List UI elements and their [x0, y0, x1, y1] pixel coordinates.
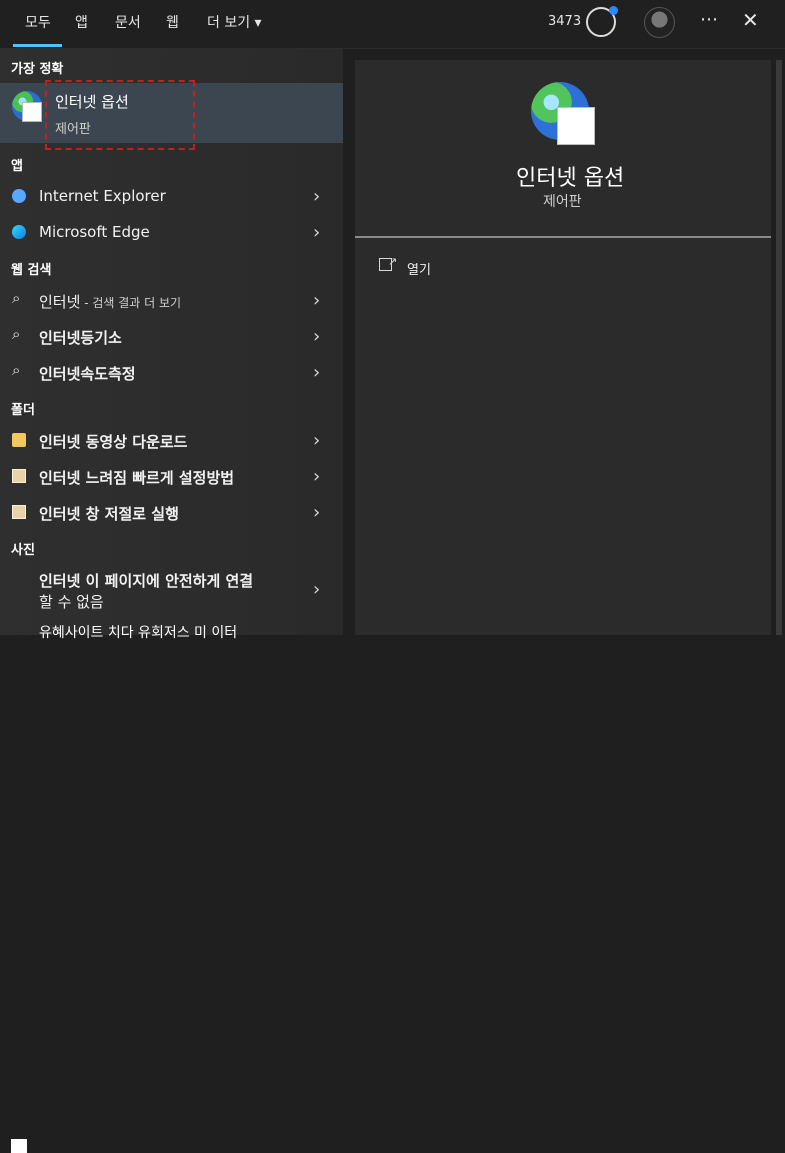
preview-title: 인터넷 옵션 [516, 166, 625, 191]
document-icon [12, 469, 26, 483]
preview-divider [355, 236, 771, 238]
open-action[interactable]: 열기 [407, 259, 431, 278]
best-match-section-title: 가장 정확 [11, 62, 64, 77]
avatar[interactable] [644, 7, 675, 38]
app-result-internet-explorer[interactable]: Internet Explorer › [0, 180, 343, 212]
tab-web[interactable]: 웹 [166, 12, 179, 32]
web-search-result[interactable]: ⌕ 인터넷속도측정 › [0, 356, 343, 388]
open-arrow-icon: ↗ [388, 255, 398, 268]
tab-documents[interactable]: 문서 [115, 12, 141, 32]
web-search-result[interactable]: ⌕ 인터넷등기소 › [0, 320, 343, 352]
tab-apps[interactable]: 앱 [75, 12, 88, 32]
search-topbar: 모두 앱 문서 웹 더 보기 ▾ 3473 ⋯ ✕ [0, 0, 785, 49]
internet-options-checklist-icon [557, 107, 595, 145]
image-icon [11, 1139, 27, 1153]
folder-result[interactable]: 인터넷 동영상 다운로드 › [0, 424, 343, 456]
chevron-right-icon: › [313, 430, 321, 451]
search-icon: ⌕ [12, 289, 21, 307]
folder-result[interactable]: 인터넷 느려짐 빠르게 설정방법 › [0, 460, 343, 492]
folder-result-label: 인터넷 동영상 다운로드 [39, 433, 188, 451]
chevron-right-icon: › [313, 579, 321, 600]
preview-subtitle: 제어판 [543, 194, 582, 210]
chevron-right-icon: › [313, 362, 321, 383]
reward-points: 3473 [548, 14, 582, 29]
chevron-right-icon: › [313, 466, 321, 487]
web-search-suffix: - 검색 결과 더 보기 [80, 296, 182, 310]
photo-result-line1: 인터넷 이 페이지에 안전하게 연결 [39, 572, 254, 590]
folder-result[interactable]: 인터넷 창 저절로 실행 › [0, 496, 343, 528]
internet-options-card-icon [22, 102, 42, 122]
selection-highlight [45, 80, 195, 150]
app-result-label: Microsoft Edge [39, 223, 150, 241]
folder-result-label: 인터넷 느려짐 빠르게 설정방법 [39, 469, 235, 487]
web-search-query: 인터넷 [39, 293, 81, 311]
apps-section-title: 앱 [11, 159, 23, 174]
chevron-right-icon: › [313, 222, 321, 243]
internet-explorer-icon [12, 189, 26, 203]
folder-result-label: 인터넷 창 저절로 실행 [39, 505, 179, 523]
web-search-label: 인터넷등기소 [39, 329, 122, 347]
photo-result[interactable]: 인터넷 이 페이지에 안전하게 연결 할 수 없음 › [0, 566, 343, 1153]
folder-icon [12, 433, 26, 447]
chevron-right-icon: › [313, 502, 321, 523]
web-search-result[interactable]: ⌕ 인터넷 - 검색 결과 더 보기 › [0, 284, 343, 316]
chevron-down-icon: ▾ [254, 15, 262, 31]
close-icon[interactable]: ✕ [742, 8, 759, 32]
preview-panel [355, 60, 771, 635]
folders-section-title: 폴더 [11, 403, 35, 418]
partial-result-label: 유혜사이트 치다 유회저스 미 이터 [39, 625, 238, 641]
tab-all[interactable]: 모두 [25, 12, 51, 32]
more-options-icon[interactable]: ⋯ [700, 9, 719, 30]
chevron-right-icon: › [313, 186, 321, 207]
search-icon: ⌕ [12, 361, 21, 379]
tab-more[interactable]: 더 보기 ▾ [207, 12, 262, 32]
web-search-section-title: 웹 검색 [11, 263, 52, 278]
chevron-right-icon: › [313, 290, 321, 311]
notification-dot-icon [609, 6, 618, 15]
document-icon [12, 505, 26, 519]
web-search-label: 인터넷속도측정 [39, 365, 136, 383]
chevron-right-icon: › [313, 326, 321, 347]
web-search-label: 인터넷 - 검색 결과 더 보기 [39, 291, 181, 312]
active-tab-indicator [13, 44, 62, 47]
app-result-microsoft-edge[interactable]: Microsoft Edge › [0, 216, 343, 248]
scrollbar[interactable] [776, 60, 782, 635]
tab-more-label: 더 보기 [207, 15, 251, 31]
photo-result-line2: 할 수 없음 [39, 593, 104, 611]
photos-section-title: 사진 [11, 543, 35, 558]
edge-icon [12, 225, 26, 239]
search-icon: ⌕ [12, 325, 21, 343]
app-result-label: Internet Explorer [39, 187, 166, 205]
